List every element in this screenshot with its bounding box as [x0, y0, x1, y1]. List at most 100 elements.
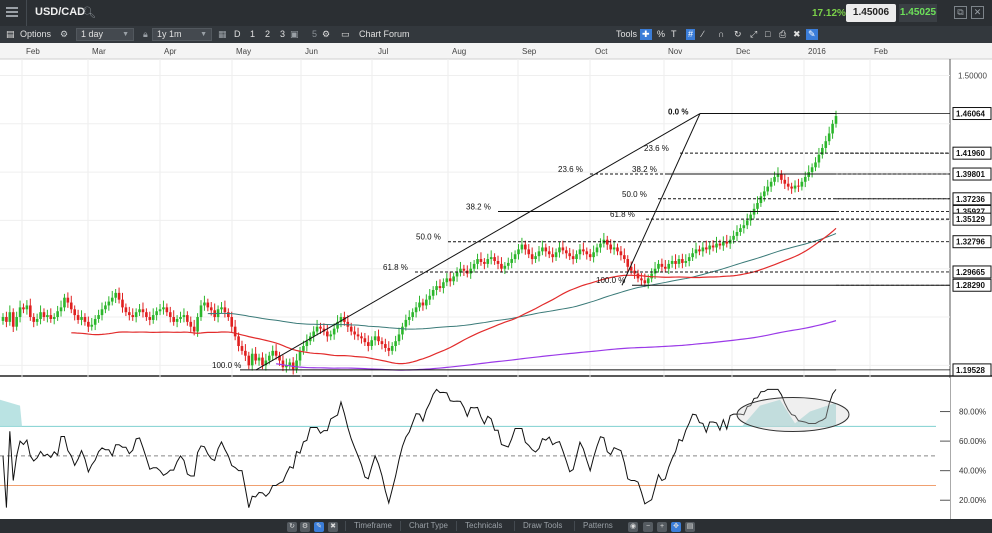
- hamburger-menu-icon[interactable]: [6, 7, 18, 18]
- candle-body: [73, 309, 76, 316]
- price-tick-label: 1.50000: [958, 71, 987, 80]
- candle-body: [510, 259, 513, 263]
- candle-body: [271, 350, 275, 356]
- candle-body: [718, 243, 722, 246]
- candle-body: [626, 259, 630, 267]
- candle-body: [56, 311, 59, 318]
- draw-tools-tab[interactable]: Draw Tools: [514, 521, 570, 531]
- percent-tool-button[interactable]: %: [657, 29, 665, 40]
- refresh-icon[interactable]: ↻: [734, 29, 742, 40]
- pencil-icon[interactable]: ✎: [806, 29, 818, 40]
- candle-body: [585, 251, 589, 255]
- chart-type-tab[interactable]: Chart Type: [400, 521, 456, 531]
- candle-body: [687, 257, 691, 261]
- options-button[interactable]: Options: [20, 29, 51, 40]
- ask-price[interactable]: 1.45025: [899, 4, 937, 22]
- candle-body: [783, 179, 787, 184]
- search-icon[interactable]: 🔍︎: [82, 6, 96, 19]
- candle-body: [244, 350, 247, 356]
- candle-body: [114, 292, 117, 298]
- price-tag-label: 1.29665: [956, 268, 985, 277]
- month-label: Jul: [378, 47, 388, 56]
- candle-body: [803, 176, 807, 182]
- fullscreen-icon[interactable]: ⤢: [750, 29, 757, 40]
- layout-icon[interactable]: ▣: [290, 29, 299, 40]
- fib-minor-label: 61.8 %: [610, 210, 635, 219]
- text-tool-button[interactable]: T: [671, 29, 677, 40]
- pencil-icon[interactable]: ✎: [314, 522, 324, 532]
- candle-body: [411, 312, 414, 318]
- candle-body: [578, 249, 582, 255]
- crosshair-tool-icon[interactable]: ✚: [640, 29, 652, 40]
- symbol-title[interactable]: USD/CAD: [35, 6, 85, 18]
- zoom-in-icon[interactable]: +: [657, 522, 667, 532]
- candle-body: [298, 350, 302, 361]
- view-3-button[interactable]: 3: [280, 29, 285, 40]
- range-value: 1y 1m: [157, 29, 182, 39]
- zoom-out-icon[interactable]: −: [643, 522, 653, 532]
- draw-line-icon[interactable]: ∕: [702, 29, 704, 40]
- fib-level-label: 38.2 %: [466, 202, 491, 211]
- screenshot-icon[interactable]: □: [765, 29, 770, 40]
- settings-icon[interactable]: ⚙: [300, 522, 310, 532]
- settings-gear-icon[interactable]: ⚙: [60, 29, 68, 40]
- candle-body: [500, 263, 503, 269]
- candle-body: [660, 263, 664, 267]
- range-select[interactable]: 1y 1m ▼: [152, 28, 212, 41]
- layout-5-icon[interactable]: 5: [312, 29, 317, 40]
- move-icon[interactable]: ✥: [671, 522, 681, 532]
- candle-body: [745, 220, 749, 226]
- print-icon[interactable]: ⎙: [779, 29, 786, 40]
- chart-forum-link[interactable]: Chart Forum: [359, 29, 410, 40]
- candle-body: [124, 307, 128, 313]
- trash-icon[interactable]: ✖: [793, 29, 801, 40]
- candle-body: [681, 259, 684, 263]
- candle-body: [493, 257, 496, 261]
- candle-body: [387, 347, 391, 351]
- candle-body: [513, 254, 517, 260]
- camera-icon[interactable]: ◉: [628, 522, 638, 532]
- magnet-icon[interactable]: ∩: [718, 29, 724, 40]
- candle-body: [551, 254, 554, 258]
- candle-body: [677, 259, 681, 264]
- gear-icon[interactable]: ⚙: [322, 29, 330, 40]
- interval-select[interactable]: 1 day ▼: [76, 28, 134, 41]
- close-icon[interactable]: ✕: [971, 6, 984, 19]
- view-d-button[interactable]: D: [234, 29, 241, 40]
- candle-body: [643, 280, 647, 284]
- candle-body: [104, 305, 107, 310]
- detach-icon[interactable]: ⧉: [954, 6, 967, 19]
- candle-body: [394, 341, 397, 347]
- candle-body: [527, 249, 531, 255]
- candle-body: [356, 334, 360, 337]
- chat-bubble-icon[interactable]: ▭: [341, 29, 350, 40]
- candle-body: [582, 249, 585, 252]
- grid-tool-icon[interactable]: #: [686, 29, 696, 40]
- bid-price[interactable]: 1.45006: [846, 4, 896, 22]
- candle-body: [469, 268, 473, 274]
- candle-body: [315, 326, 319, 332]
- view-2-button[interactable]: 2: [265, 29, 270, 40]
- view-1-button[interactable]: 1: [250, 29, 255, 40]
- scroll-end-icon[interactable]: ▤: [685, 522, 695, 532]
- candle-body: [534, 256, 537, 260]
- candle-body: [814, 162, 817, 168]
- chart-area[interactable]: Feb Mar Apr May Jun Jul Aug Sep Oct Nov Dec 2016 Feb…: [0, 43, 992, 519]
- lock-icon[interactable]: 🔒︎: [143, 29, 148, 40]
- candle-body: [165, 307, 169, 313]
- candle-body: [701, 247, 705, 252]
- technicals-tab[interactable]: Technicals: [456, 521, 510, 531]
- candle-body: [22, 307, 25, 310]
- candle-body: [380, 341, 384, 345]
- timeframe-tab[interactable]: Timeframe: [345, 521, 400, 531]
- refresh-icon[interactable]: ↻: [287, 522, 297, 532]
- candle-body: [694, 249, 698, 254]
- candle-body: [209, 307, 213, 311]
- patterns-tab[interactable]: Patterns: [574, 521, 621, 531]
- trash-icon[interactable]: ✖: [328, 522, 338, 532]
- candle-body: [479, 259, 483, 262]
- price-chart[interactable]: Feb Mar Apr May Jun Jul Aug Sep Oct Nov Dec 2016 Feb…: [0, 43, 992, 519]
- calendar-icon[interactable]: ▦: [218, 29, 227, 40]
- window-controls: ⧉ ✕: [950, 6, 984, 19]
- chart-icon[interactable]: ▤: [6, 29, 15, 40]
